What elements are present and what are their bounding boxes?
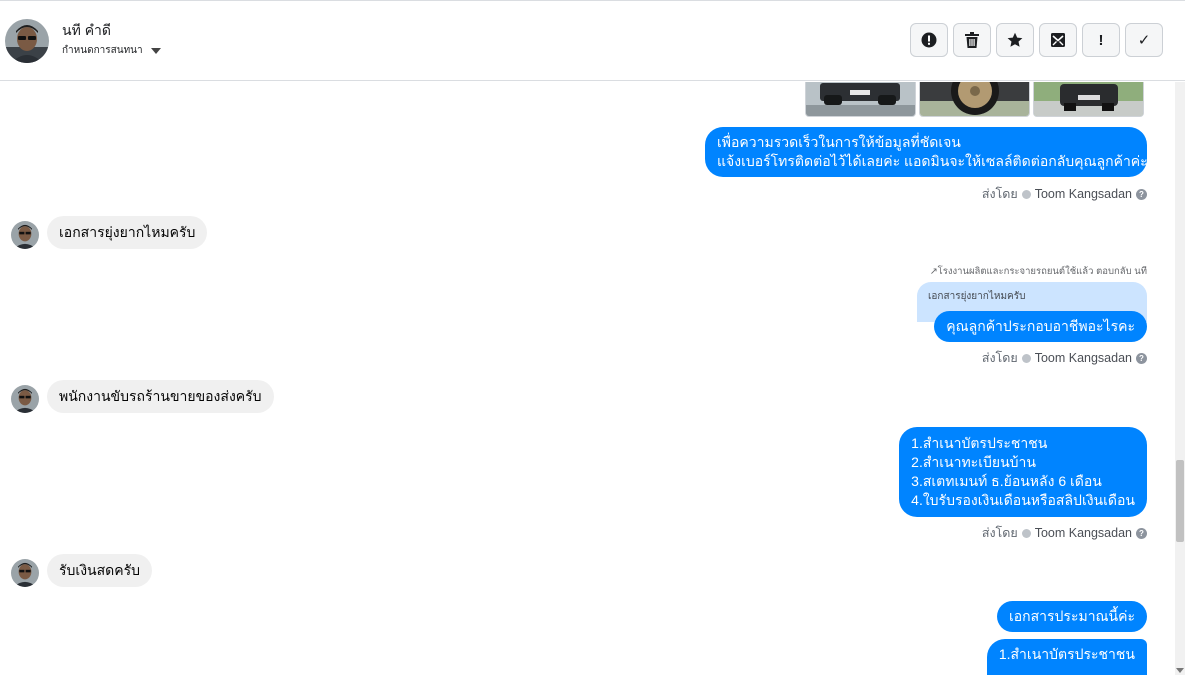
- sender-name[interactable]: Toom Kangsadan: [1035, 526, 1132, 540]
- outgoing-message[interactable]: 1.สำเนาบัตรประชาชน: [986, 639, 1147, 675]
- contact-avatar[interactable]: [5, 19, 49, 63]
- inbox-conversation-view: นที คำดี กำหนดการสนทนา ! ✓ เพื่อความรวดเ…: [0, 0, 1185, 675]
- incoming-message[interactable]: พนักงานขับรถร้านขายของส่งครับ: [47, 380, 274, 413]
- reply-arrow-icon: ↗: [929, 266, 938, 277]
- done-button[interactable]: ✓: [1125, 23, 1163, 57]
- message-line: 1.สำเนาบัตรประชาชน: [998, 646, 1135, 662]
- alert-circle-icon: [921, 32, 937, 48]
- scrollbar-thumb[interactable]: [1176, 460, 1184, 542]
- caret-down-icon: [150, 47, 161, 54]
- help-icon[interactable]: ?: [1136, 188, 1147, 200]
- assign-conversation-label: กำหนดการสนทนา: [62, 45, 143, 56]
- assign-conversation-dropdown[interactable]: กำหนดการสนทนา: [62, 43, 161, 58]
- message-line: เพื่อความรวดเร็วในการให้ข้อมูลที่ชัดเจน: [717, 134, 961, 150]
- help-icon[interactable]: ?: [1136, 527, 1147, 539]
- contact-avatar-small[interactable]: [11, 559, 39, 587]
- message-thread[interactable]: เพื่อความรวดเร็วในการให้ข้อมูลที่ชัดเจน …: [0, 82, 1175, 675]
- message-line: 4.ใบรับรองเงินเดือนหรือสลิปเงินเดือน: [911, 492, 1135, 508]
- sent-status-icon: [1021, 353, 1031, 363]
- sent-by-indicator: ส่งโดย Toom Kangsadan ?: [982, 184, 1147, 204]
- outgoing-message[interactable]: 1.สำเนาบัตรประชาชน 2.สำเนาทะเบียนบ้าน 3.…: [899, 427, 1147, 517]
- conversation-toolbar: ! ✓: [910, 23, 1163, 57]
- car-rear-photo-thumbnail[interactable]: [1033, 82, 1144, 117]
- contact-avatar-small[interactable]: [11, 385, 39, 413]
- sent-by-indicator: ส่งโดย Toom Kangsadan ?: [982, 523, 1147, 543]
- reply-context-text: โรงงานผลิตและกระจายรถยนต์ใช้แล้ว ตอบกลับ…: [937, 266, 1147, 277]
- star-icon: [1007, 32, 1023, 48]
- message-text: คุณลูกค้าประกอบอาชีพอะไรคะ: [946, 318, 1135, 334]
- contact-name[interactable]: นที คำดี: [62, 20, 111, 42]
- delete-button[interactable]: [953, 23, 991, 57]
- outgoing-message[interactable]: เอกสารประมาณนี้ค่ะ: [996, 601, 1147, 632]
- follow-up-button[interactable]: !: [1082, 23, 1120, 57]
- wheel-photo-thumbnail[interactable]: [919, 82, 1030, 117]
- message-line: แจ้งเบอร์โทรติดต่อไว้ได้เลยค่ะ แอดมินจะใ…: [717, 153, 1148, 169]
- sent-status-icon: [1021, 189, 1031, 199]
- contact-avatar-small[interactable]: [11, 221, 39, 249]
- message-text: เอกสารประมาณนี้ค่ะ: [1008, 608, 1135, 624]
- incoming-message[interactable]: เอกสารยุ่งยากไหมครับ: [47, 216, 208, 249]
- message-line: 1.สำเนาบัตรประชาชน: [911, 435, 1048, 451]
- car-photo-thumbnail[interactable]: [805, 82, 916, 117]
- envelope-icon: [1050, 32, 1066, 48]
- message-text: รับเงินสดครับ: [59, 562, 141, 578]
- sent-by-label: ส่งโดย: [981, 526, 1018, 540]
- exclamation-icon: !: [1098, 31, 1104, 49]
- sender-name[interactable]: Toom Kangsadan: [1035, 187, 1132, 201]
- help-icon[interactable]: ?: [1136, 352, 1147, 364]
- outgoing-message[interactable]: คุณลูกค้าประกอบอาชีพอะไรคะ: [934, 311, 1147, 342]
- incoming-message[interactable]: รับเงินสดครับ: [47, 554, 153, 587]
- message-text: พนักงานขับรถร้านขายของส่งครับ: [59, 388, 262, 404]
- sent-by-indicator: ส่งโดย Toom Kangsadan ?: [982, 348, 1147, 368]
- thread-scrollbar[interactable]: [1175, 82, 1185, 675]
- conversation-header: นที คำดี กำหนดการสนทนา ! ✓: [0, 0, 1185, 81]
- trash-icon: [965, 32, 979, 48]
- image-attachments: [805, 82, 1144, 117]
- spam-button[interactable]: [910, 23, 948, 57]
- sent-by-label: ส่งโดย: [981, 187, 1018, 201]
- message-text: เอกสารยุ่งยากไหมครับ: [59, 224, 196, 240]
- check-icon: ✓: [1137, 32, 1151, 49]
- reply-context-note: ↗โรงงานผลิตและกระจายรถยนต์ใช้แล้ว ตอบกลั…: [930, 264, 1147, 279]
- sender-name[interactable]: Toom Kangsadan: [1035, 351, 1132, 365]
- sent-status-icon: [1021, 528, 1031, 538]
- scroll-down-icon[interactable]: [1176, 668, 1184, 673]
- message-line: 3.สเตทเมนท์ ธ.ย้อนหลัง 6 เดือน: [911, 473, 1102, 489]
- outgoing-message[interactable]: เพื่อความรวดเร็วในการให้ข้อมูลที่ชัดเจน …: [705, 127, 1148, 177]
- quoted-text: เอกสารยุ่งยากไหมครับ: [928, 291, 1026, 302]
- mark-unread-button[interactable]: [1039, 23, 1077, 57]
- star-button[interactable]: [996, 23, 1034, 57]
- message-line: 2.สำเนาทะเบียนบ้าน: [911, 454, 1036, 470]
- sent-by-label: ส่งโดย: [981, 351, 1018, 365]
